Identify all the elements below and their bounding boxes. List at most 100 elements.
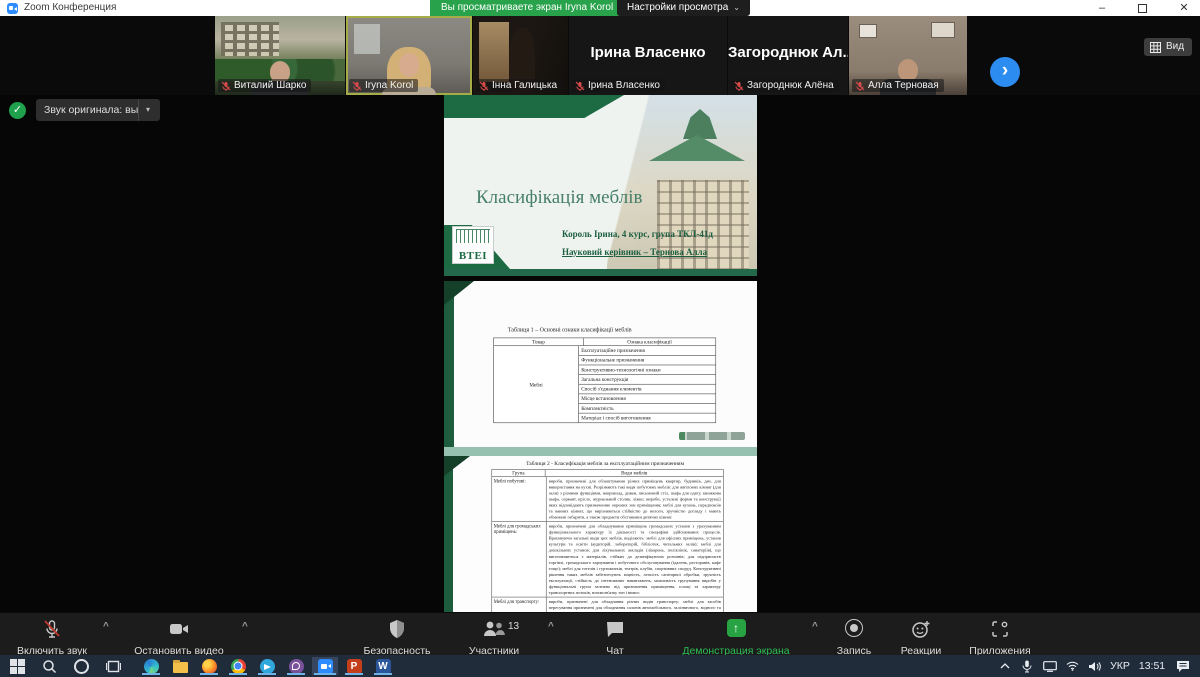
participants-icon bbox=[481, 619, 507, 639]
taskbar-zoom[interactable] bbox=[312, 657, 338, 675]
slide-title: Класифікація меблів ВТЕІ Король Ірина, 4… bbox=[444, 95, 757, 276]
audio-options-caret[interactable]: ^ bbox=[103, 621, 109, 632]
green-side-band bbox=[444, 456, 453, 612]
window-title: Zoom Конференция bbox=[24, 2, 116, 13]
stop-video-button[interactable]: Остановить видео bbox=[125, 616, 233, 657]
file-explorer-icon bbox=[173, 662, 188, 673]
start-button[interactable] bbox=[4, 657, 30, 675]
chevron-up-icon bbox=[1000, 663, 1010, 669]
unmute-button[interactable]: Включить звук bbox=[8, 616, 96, 657]
video-tile-alla-ternova[interactable]: Алла Терновая bbox=[849, 16, 967, 95]
table2-group: Меблі для транспорту: bbox=[492, 597, 546, 612]
tray-expand-caret[interactable] bbox=[996, 657, 1014, 675]
participant-name: Алла Терновая bbox=[868, 80, 939, 91]
speaker-icon bbox=[1088, 661, 1101, 672]
action-center-icon bbox=[1176, 660, 1190, 673]
slide-gap-band bbox=[444, 447, 757, 456]
chrome-icon bbox=[231, 659, 246, 674]
participants-button[interactable]: Участники 13 bbox=[450, 616, 538, 657]
participant-display-name: Загороднюк Ал... bbox=[728, 44, 848, 61]
share-screen-button[interactable]: ↑ Демонстрация экрана bbox=[673, 616, 799, 657]
taskbar-chrome[interactable] bbox=[225, 657, 251, 675]
taskbar-firefox[interactable] bbox=[196, 657, 222, 675]
record-icon bbox=[845, 619, 863, 637]
taskbar-viber[interactable] bbox=[283, 657, 309, 675]
participants-options-caret[interactable]: ^ bbox=[548, 621, 554, 632]
vtei-logo: ВТЕІ bbox=[452, 226, 494, 264]
video-tile-zahorodniuk-alona[interactable]: Загороднюк Ал... Загороднюк Алёна bbox=[728, 16, 848, 95]
slide-title-text: Класифікація меблів bbox=[476, 187, 642, 209]
cortana-icon bbox=[74, 659, 89, 674]
viber-icon bbox=[289, 659, 304, 674]
reactions-button[interactable]: Реакции bbox=[893, 616, 949, 657]
tray-wifi[interactable] bbox=[1062, 657, 1082, 675]
table2-text: вироби, призначені для обладнування прим… bbox=[547, 522, 724, 597]
mic-muted-icon bbox=[479, 81, 489, 91]
apps-button[interactable]: Приложения bbox=[962, 616, 1038, 657]
author-line: Король Ірина, 4 курс, група ТКЛ-41д bbox=[562, 229, 713, 239]
shield-icon bbox=[388, 619, 406, 639]
mic-muted-icon bbox=[352, 81, 362, 91]
zoom-app-icon bbox=[7, 3, 18, 14]
video-tile-inna-halytska[interactable]: Інна Галицька bbox=[473, 16, 568, 95]
view-settings-menu[interactable]: Настройки просмотра⌄ bbox=[617, 0, 750, 16]
table1-row: Матеріал і спосіб виготовлення bbox=[579, 413, 716, 423]
video-tile-vitaliy-sharko[interactable]: Виталий Шарко bbox=[215, 16, 345, 95]
cortana-button[interactable] bbox=[68, 657, 94, 675]
close-button[interactable]: ✕ bbox=[1176, 1, 1192, 15]
taskbar-edge[interactable] bbox=[138, 657, 164, 675]
table1-row: Конструктивно-технологічні ознаки bbox=[579, 365, 716, 375]
firefox-icon bbox=[202, 659, 217, 674]
table1-row: Місце встановлення bbox=[579, 394, 716, 404]
original-sound-caret[interactable]: ▾ bbox=[138, 99, 157, 121]
windows-logo-icon bbox=[10, 659, 17, 666]
tray-display-share[interactable] bbox=[1040, 657, 1060, 675]
action-center-button[interactable] bbox=[1172, 657, 1194, 675]
tray-volume[interactable] bbox=[1084, 657, 1104, 675]
table1-row: Експлуатаційне призначення bbox=[579, 346, 716, 355]
maximize-button[interactable] bbox=[1134, 1, 1150, 15]
taskbar-explorer[interactable] bbox=[167, 657, 193, 675]
vtei-logo-text: ВТЕІ bbox=[453, 250, 493, 262]
slide-table1: Таблиця 1 – Основні ознаки класифікації … bbox=[444, 281, 757, 447]
microphone-icon bbox=[1022, 660, 1032, 673]
chat-button[interactable]: Чат bbox=[592, 616, 638, 657]
tray-clock[interactable]: 13:51 bbox=[1136, 657, 1168, 675]
caret-down-icon: ⌄ bbox=[733, 3, 740, 12]
table2-col1-header: Група bbox=[492, 470, 545, 477]
table1-caption: Таблиця 1 – Основні ознаки класифікації … bbox=[508, 327, 632, 334]
table1: Товар Ознака класифікації Меблі Експлуат… bbox=[493, 338, 716, 423]
task-view-button[interactable] bbox=[100, 657, 126, 675]
search-icon bbox=[42, 659, 57, 674]
search-button[interactable] bbox=[36, 657, 62, 675]
video-options-caret[interactable]: ^ bbox=[242, 621, 248, 632]
video-tile-iryna-vlasenko[interactable]: Ірина Власенко Ірина Власенко bbox=[569, 16, 727, 95]
taskbar-powerpoint[interactable]: P bbox=[341, 657, 367, 675]
encryption-badge-icon[interactable]: ✓ bbox=[9, 102, 26, 119]
maximize-icon bbox=[1138, 4, 1147, 13]
tray-language[interactable]: УКР bbox=[1106, 657, 1134, 675]
mic-muted-icon bbox=[221, 81, 231, 91]
apps-icon bbox=[990, 619, 1010, 639]
table1-product-cell: Меблі bbox=[494, 346, 579, 422]
windows-taskbar: P W УКР 13:51 bbox=[0, 655, 1200, 677]
participants-count: 13 bbox=[508, 621, 519, 632]
supervisor-line: Науковий керівник – Тернова Алла bbox=[562, 247, 707, 257]
next-participants-button[interactable]: › bbox=[990, 57, 1020, 87]
display-icon bbox=[1043, 661, 1057, 672]
share-options-caret[interactable]: ^ bbox=[812, 621, 818, 632]
camera-icon bbox=[168, 619, 190, 639]
view-button[interactable]: Вид bbox=[1144, 38, 1192, 56]
video-tile-iryna-korol[interactable]: Iryna Korol bbox=[346, 16, 472, 95]
tray-microphone[interactable] bbox=[1018, 657, 1036, 675]
taskbar-word[interactable]: W bbox=[370, 657, 396, 675]
table1-row: Функціональне призначення bbox=[579, 355, 716, 365]
table1-col1-header: Товар bbox=[494, 338, 584, 345]
table2-group: Меблі побутові: bbox=[492, 477, 546, 522]
security-button[interactable]: Безопасность bbox=[352, 616, 442, 657]
taskbar-telegram[interactable] bbox=[254, 657, 280, 675]
table2-caption: Таблиця 2 - Класифікація меблів за експл… bbox=[453, 460, 757, 466]
minimize-button[interactable]: – bbox=[1094, 1, 1110, 15]
word-icon: W bbox=[376, 659, 391, 674]
record-button[interactable]: Запись bbox=[830, 616, 878, 657]
